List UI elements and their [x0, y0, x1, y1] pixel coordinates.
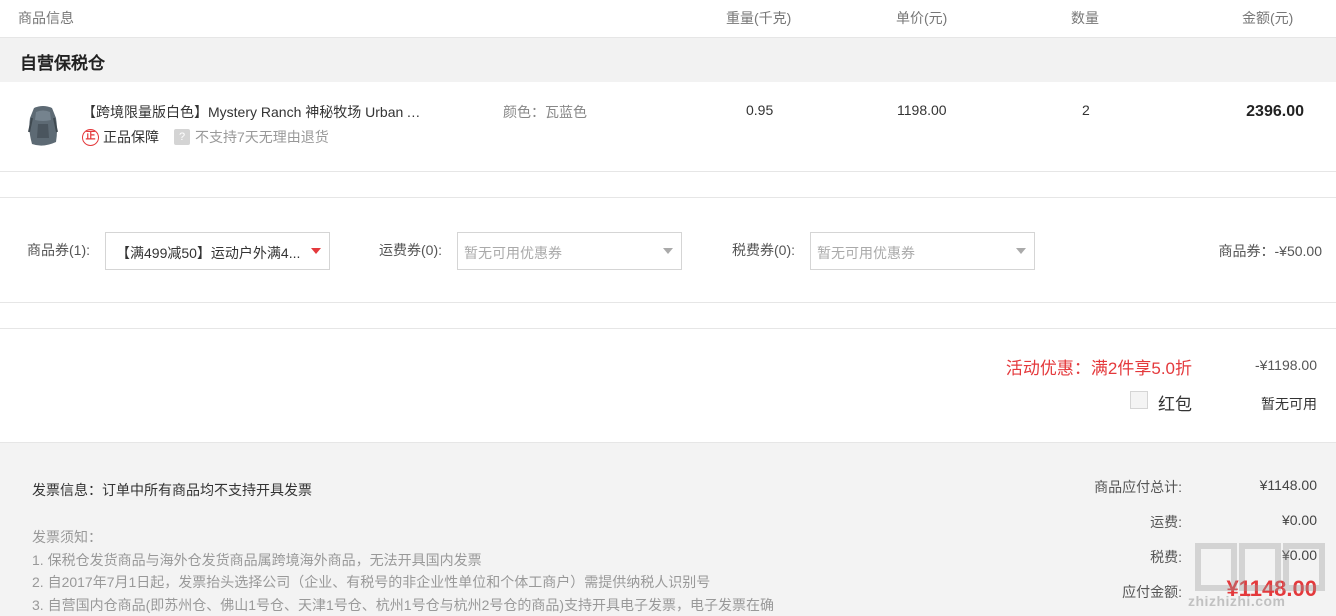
invoice-note-item: 3. 自营国内仓商品(即苏州仓、佛山1号仓、天津1号仓、杭州1号仓与杭州2号仓的… [32, 596, 775, 613]
coupon-discount-summary: 商品券：-¥50.00 [1218, 243, 1322, 259]
shipping-fee-label: 运费: [1150, 514, 1182, 530]
tax-fee-value: ¥0.00 [1281, 547, 1317, 563]
product-quantity: 2 [1082, 102, 1090, 118]
subtotal-value: ¥1148.00 [1259, 477, 1317, 493]
subtotal-label: 商品应付总计: [1094, 479, 1182, 495]
goods-coupon-select[interactable]: 【满499减50】运动户外满4... [105, 232, 330, 270]
product-row: 【跨境限量版白色】Mystery Ranch 神秘牧场 Urban Assaul… [0, 82, 1336, 172]
genuine-icon: 正 [82, 128, 99, 146]
genuine-guarantee-badge: 正 正品保障 [82, 127, 159, 147]
header-unit-price: 单价(元) [896, 10, 948, 26]
header-amount: 金额(元) [1242, 10, 1294, 26]
dropdown-arrow-icon [663, 248, 673, 254]
warehouse-title: 自营保税仓 [20, 54, 105, 73]
redpacket-label: 红包 [1158, 395, 1192, 414]
product-amount: 2396.00 [1246, 103, 1304, 120]
invoice-note-item: 2. 自2017年7月1日起，发票抬头选择公司（企业、有税号的非企业性单位和个体… [32, 574, 711, 590]
product-unit-price: 1198.00 [897, 102, 947, 118]
shipping-fee-value: ¥0.00 [1281, 512, 1317, 528]
table-header: 商品信息 重量(千克) 单价(元) 数量 金额(元) [0, 0, 1336, 38]
header-weight: 重量(千克) [726, 10, 792, 26]
invoice-info: 发票信息：订单中所有商品均不支持开具发票 [32, 482, 312, 498]
order-footer: 发票信息：订单中所有商品均不支持开具发票 发票须知： 1. 保税仓发货商品与海外… [0, 442, 1336, 616]
no-return-badge: ? 不支持7天无理由退货 [174, 127, 329, 147]
tax-coupon-label: 税费券(0): [732, 242, 795, 258]
goods-coupon-label: 商品券(1): [27, 242, 90, 258]
product-thumbnail[interactable] [24, 104, 62, 148]
no-return-label: 不支持7天无理由退货 [195, 129, 329, 145]
tax-coupon-select[interactable]: 暂无可用优惠券 [810, 232, 1035, 270]
divider [0, 302, 1336, 303]
shipping-coupon-label: 运费券(0): [379, 242, 442, 258]
product-weight: 0.95 [746, 102, 774, 118]
divider [0, 328, 1336, 329]
invoice-notes: 发票须知： 1. 保税仓发货商品与海外仓发货商品属跨境海外商品，无法开具国内发票… [32, 526, 774, 616]
redpacket-checkbox[interactable] [1130, 391, 1148, 409]
tax-coupon-value: 暂无可用优惠券 [817, 245, 915, 261]
warehouse-bar: 自营保税仓 [0, 38, 1336, 82]
product-color: 颜色：瓦蓝色 [503, 104, 587, 120]
header-quantity: 数量 [1071, 10, 1099, 26]
question-icon[interactable]: ? [174, 129, 190, 145]
shipping-coupon-select[interactable]: 暂无可用优惠券 [457, 232, 682, 270]
activity-discount-label: 活动优惠：满2件享5.0折 [1005, 359, 1192, 378]
redpacket-value: 暂无可用 [1261, 396, 1317, 412]
invoice-note-title: 发票须知： [32, 529, 102, 545]
header-product-info: 商品信息 [18, 10, 74, 26]
shipping-coupon-value: 暂无可用优惠券 [464, 245, 562, 261]
watermark-text: zhizhizhi.com [1188, 593, 1286, 609]
tax-fee-label: 税费: [1150, 549, 1182, 565]
total-payable-label: 应付金额: [1122, 584, 1182, 600]
product-name-link[interactable]: 【跨境限量版白色】Mystery Ranch 神秘牧场 Urban Assaul… [82, 102, 427, 122]
goods-coupon-value: 【满499减50】运动户外满4... [116, 245, 301, 261]
divider [0, 197, 1336, 198]
activity-discount-value: -¥1198.00 [1254, 357, 1317, 373]
dropdown-arrow-icon [1016, 248, 1026, 254]
dropdown-arrow-icon [311, 248, 321, 254]
invoice-note-item: 1. 保税仓发货商品与海外仓发货商品属跨境海外商品，无法开具国内发票 [32, 551, 482, 568]
genuine-label: 正品保障 [103, 129, 159, 145]
